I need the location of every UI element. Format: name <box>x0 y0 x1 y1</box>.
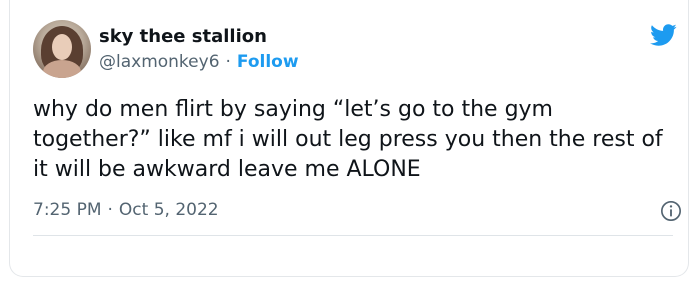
tweet-text: why do men flirt by saying “let’s go to … <box>33 97 663 182</box>
handle[interactable]: @laxmonkey6 <box>99 52 220 72</box>
avatar[interactable] <box>33 20 91 78</box>
tweet-card: sky thee stallion @laxmonkey6 · Follow why… <box>9 0 689 277</box>
tweet-date[interactable]: Oct 5, 2022 <box>119 200 219 220</box>
info-icon[interactable] <box>660 200 682 222</box>
avatar-face <box>52 34 72 60</box>
separator-dot: · <box>107 200 113 220</box>
avatar-body <box>43 60 81 78</box>
twitter-bird-icon[interactable] <box>647 21 679 49</box>
tweet-timestamp[interactable]: 7:25 PM · Oct 5, 2022 <box>33 200 219 220</box>
separator-dot: · <box>225 52 231 72</box>
tweet-time[interactable]: 7:25 PM <box>33 200 102 220</box>
handle-row: @laxmonkey6 · Follow <box>99 52 299 72</box>
divider <box>33 235 673 236</box>
follow-button[interactable]: Follow <box>237 52 299 72</box>
display-name[interactable]: sky thee stallion <box>99 26 267 47</box>
